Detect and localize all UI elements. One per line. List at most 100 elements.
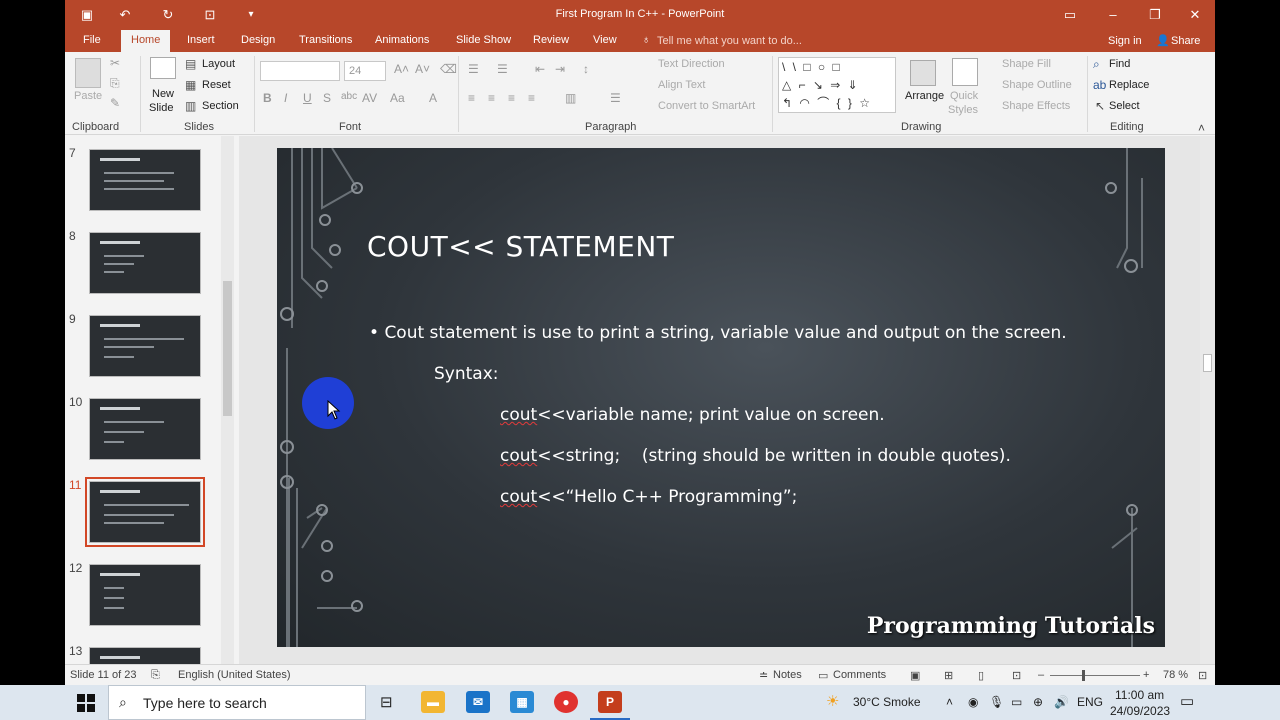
tab-design[interactable]: Design — [231, 30, 285, 52]
close-icon[interactable]: ✕ — [1185, 5, 1205, 25]
underline-icon[interactable]: U — [303, 91, 312, 105]
line-spacing-icon[interactable]: ↕ — [583, 62, 589, 76]
spellcheck-icon[interactable]: ⎘ — [151, 669, 160, 682]
paste-icon[interactable] — [75, 58, 101, 88]
italic-icon[interactable]: I — [284, 91, 287, 105]
slide-thumbnail[interactable] — [89, 398, 201, 460]
code-line-2[interactable]: cout<<string; (string should be written … — [500, 446, 1011, 466]
syntax-label[interactable]: Syntax: — [434, 364, 499, 384]
network-icon[interactable]: ⊕ — [1033, 695, 1043, 709]
code-line-3[interactable]: cout<<“Hello C++ Programming”; — [500, 487, 797, 507]
language-status[interactable]: English (United States) — [178, 669, 291, 681]
arrange-button[interactable]: Arrange — [905, 90, 944, 102]
quick-styles-button-line2[interactable]: Styles — [948, 104, 978, 116]
numbering-icon[interactable]: ☰ — [497, 62, 508, 76]
comments-button[interactable]: Comments — [833, 669, 886, 681]
increase-indent-icon[interactable]: ⇥ — [555, 62, 565, 76]
battery-icon[interactable]: ▭ — [1011, 695, 1022, 709]
fit-to-window-icon[interactable]: ⊡ — [1198, 669, 1207, 682]
onedrive-icon[interactable]: ◉ — [968, 695, 978, 709]
volume-icon[interactable]: 🔊 — [1054, 695, 1069, 709]
section-button[interactable]: Section — [202, 100, 239, 112]
clear-formatting-icon[interactable]: ⌫ — [440, 62, 457, 76]
zoom-slider-thumb[interactable] — [1082, 670, 1085, 681]
reset-button[interactable]: Reset — [202, 79, 231, 91]
tab-transitions[interactable]: Transitions — [289, 30, 362, 52]
scrollbar-thumb[interactable] — [1203, 354, 1212, 372]
arrange-icon[interactable] — [910, 60, 936, 86]
font-size-field[interactable]: 24 — [344, 61, 386, 81]
ribbon-display-options-icon[interactable]: ▭ — [1060, 5, 1080, 25]
strikethrough-icon[interactable]: abc — [341, 91, 357, 102]
store-icon[interactable]: ▦ — [510, 691, 534, 713]
paste-button[interactable]: Paste — [74, 90, 102, 102]
language-indicator[interactable]: ENG — [1077, 695, 1103, 709]
code-line-1[interactable]: cout<<variable name; print value on scre… — [500, 405, 885, 425]
taskbar-search[interactable]: ⌕ Type here to search — [108, 685, 366, 720]
bold-icon[interactable]: B — [263, 91, 272, 105]
slide-canvas[interactable]: COUT<< STATEMENT • Cout statement is use… — [277, 148, 1165, 647]
zoom-in-icon[interactable]: + — [1143, 669, 1149, 681]
replace-button[interactable]: Replace — [1109, 79, 1149, 91]
reading-view-icon[interactable]: ▯ — [978, 669, 984, 682]
bullets-icon[interactable]: ☰ — [468, 62, 479, 76]
slide-thumbnail-selected[interactable] — [85, 477, 205, 547]
tab-file[interactable]: File — [73, 30, 111, 52]
tab-animations[interactable]: Animations — [365, 30, 439, 52]
copy-icon[interactable]: ⎘ — [110, 76, 120, 91]
slide-thumbnail[interactable] — [89, 149, 201, 211]
char-spacing-icon[interactable]: AV — [362, 91, 377, 105]
share-button[interactable]: Share — [1171, 35, 1200, 47]
shape-outline-button[interactable]: Shape Outline — [1002, 79, 1072, 91]
align-text-button[interactable]: Align Text — [658, 79, 706, 91]
tell-me-input[interactable]: Tell me what you want to do... — [657, 35, 802, 47]
tab-view[interactable]: View — [583, 30, 627, 52]
align-center-icon[interactable]: ≡ — [488, 91, 495, 105]
show-hidden-icons[interactable]: ˄ — [946, 695, 953, 709]
slide-scrollbar[interactable] — [1200, 136, 1215, 664]
grow-font-icon[interactable]: A˄ — [394, 62, 409, 76]
new-slide-icon[interactable] — [150, 57, 176, 79]
new-slide-button[interactable]: New — [152, 88, 174, 100]
weather-text[interactable]: 30°C Smoke — [853, 695, 921, 709]
slide-title[interactable]: COUT<< STATEMENT — [367, 230, 674, 263]
columns-icon[interactable]: ▥ — [565, 91, 576, 105]
justify-icon[interactable]: ≡ — [528, 91, 535, 105]
slide-sorter-icon[interactable]: ⊞ — [944, 669, 953, 682]
font-color-icon[interactable]: A — [429, 91, 437, 105]
slide-thumbnail[interactable] — [89, 315, 201, 377]
zoom-level[interactable]: 78 % — [1163, 669, 1188, 681]
cut-icon[interactable]: ✂ — [110, 56, 120, 70]
shrink-font-icon[interactable]: A˅ — [415, 62, 430, 76]
tab-review[interactable]: Review — [523, 30, 579, 52]
quick-styles-button[interactable]: Quick — [950, 90, 978, 102]
find-button[interactable]: Find — [1109, 58, 1130, 70]
restore-icon[interactable]: ❐ — [1145, 5, 1165, 25]
align-right-icon[interactable]: ≡ — [508, 91, 515, 105]
file-explorer-icon[interactable]: ▬ — [421, 691, 445, 713]
clock-time[interactable]: 11:00 am — [1115, 688, 1164, 702]
task-view-icon[interactable]: ⊟ — [380, 693, 393, 711]
minimize-icon[interactable]: – — [1103, 5, 1123, 25]
columns-layout-icon[interactable]: ☰ — [610, 91, 621, 105]
collapse-ribbon-icon[interactable]: ˄ — [1198, 121, 1205, 135]
tab-insert[interactable]: Insert — [177, 30, 225, 52]
shadow-icon[interactable]: S — [323, 91, 331, 105]
decrease-indent-icon[interactable]: ⇤ — [535, 62, 545, 76]
clock-date[interactable]: 24/09/2023 — [1110, 704, 1170, 718]
normal-view-icon[interactable]: ▣ — [910, 669, 920, 682]
powerpoint-taskbar-icon[interactable]: P — [598, 691, 622, 713]
shape-effects-button[interactable]: Shape Effects — [1002, 100, 1070, 112]
quick-styles-icon[interactable] — [952, 58, 978, 86]
layout-button[interactable]: Layout — [202, 58, 235, 70]
sign-in-link[interactable]: Sign in — [1108, 35, 1142, 47]
microphone-icon[interactable]: 🎙 — [989, 695, 1004, 709]
chrome-icon[interactable]: ● — [554, 691, 578, 713]
select-button[interactable]: Select — [1109, 100, 1140, 112]
convert-smartart-button[interactable]: Convert to SmartArt — [658, 100, 755, 112]
tab-slide-show[interactable]: Slide Show — [446, 30, 521, 52]
new-slide-button-line2[interactable]: Slide — [149, 102, 173, 114]
slideshow-view-icon[interactable]: ⊡ — [1012, 669, 1021, 682]
slide-bullet[interactable]: • Cout statement is use to print a strin… — [369, 323, 1067, 343]
slide-thumbnail[interactable] — [89, 232, 201, 294]
